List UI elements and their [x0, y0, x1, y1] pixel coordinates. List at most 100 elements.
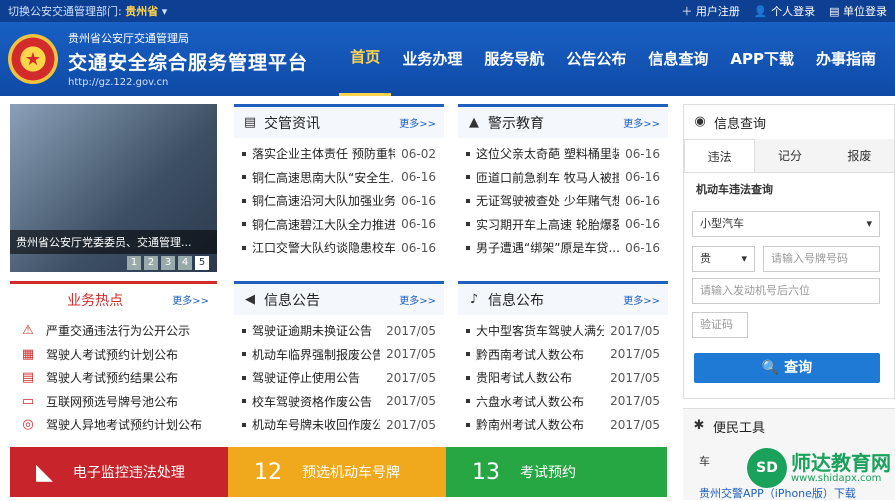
- hot-item[interactable]: ⚠严重交通违法行为公开公示: [18, 319, 209, 343]
- more-link[interactable]: 更多>>: [623, 292, 660, 307]
- more-link[interactable]: 更多>>: [172, 292, 209, 307]
- banner-violation[interactable]: ◣电子监控违法处理: [10, 447, 228, 497]
- tab-scrap[interactable]: 报废: [825, 139, 894, 172]
- plate-number-input[interactable]: 请输入号牌号码: [763, 246, 880, 272]
- item-title[interactable]: 铜仁高速沿河大队加强业务...: [252, 192, 395, 209]
- list-item[interactable]: 贵阳考试人数公布2017/05: [466, 366, 660, 390]
- item-date: 2017/05: [386, 324, 436, 338]
- calendar-13-icon: 13: [472, 460, 500, 485]
- item-title[interactable]: 驾驶证停止使用公告: [252, 369, 380, 386]
- list-item[interactable]: 驾驶证逾期未换证公告 2017/05: [242, 319, 436, 343]
- hot-item[interactable]: ▤驾驶人考试预约结果公布: [18, 366, 209, 390]
- tab-violation[interactable]: 违法: [684, 139, 755, 172]
- list-item[interactable]: 大中型客货车驾驶人满分公布 2017/05: [466, 319, 660, 343]
- item-date: 2017/05: [610, 347, 660, 361]
- item-title[interactable]: 机动车临界强制报废公告: [252, 346, 380, 363]
- bell-icon: ♪: [466, 292, 482, 308]
- list-item[interactable]: 实习期开车上高速 轮胎爆裂...06-16: [466, 213, 660, 237]
- slider-page[interactable]: 5: [195, 256, 209, 270]
- list-item[interactable]: 男子遭遇“绑架”原是车贷...06-16: [466, 236, 660, 260]
- item-title[interactable]: 贵阳考试人数公布: [476, 369, 604, 386]
- item-title[interactable]: 驾驶证逾期未换证公告: [252, 322, 380, 339]
- slider-caption[interactable]: 贵州省公安厅党委委员、交通管理...: [10, 230, 217, 254]
- list-item[interactable]: 六盘水考试人数公布2017/05: [466, 390, 660, 414]
- item-title[interactable]: 无证驾驶被查处 少年赌气想...: [476, 192, 619, 209]
- item-title[interactable]: 严重交通违法行为公开公示: [46, 322, 209, 339]
- nav-app[interactable]: APP下载: [719, 22, 805, 96]
- list-item[interactable]: 黔西南考试人数公布 2017/05: [466, 343, 660, 367]
- captcha-input[interactable]: 验证码: [692, 312, 748, 338]
- item-title[interactable]: 黔西南考试人数公布: [476, 346, 604, 363]
- item-title[interactable]: 铜仁高速思南大队“安全生...: [252, 169, 395, 186]
- hot-item[interactable]: ▭互联网预选号牌号池公布: [18, 390, 209, 414]
- item-title[interactable]: 落实企业主体责任 预防重特...: [252, 145, 395, 162]
- tab-points[interactable]: 记分: [755, 139, 824, 172]
- bullet: [242, 152, 246, 156]
- item-title[interactable]: 校车驾驶资格作废公告: [252, 393, 380, 410]
- nav-home[interactable]: 首页: [339, 22, 391, 96]
- list-item[interactable]: 无证驾驶被查处 少年赌气想...06-16: [466, 189, 660, 213]
- list-item[interactable]: 黔南州考试人数公布2017/05: [466, 413, 660, 437]
- item-title[interactable]: 机动车号牌未收回作废公告: [252, 416, 380, 433]
- item-title[interactable]: 这位父亲太奇葩 塑料桶里装...: [476, 145, 619, 162]
- query-button[interactable]: 🔍 查询: [694, 353, 880, 383]
- banner-plate[interactable]: 12预选机动车号牌: [228, 447, 446, 497]
- item-title[interactable]: 黔南州考试人数公布: [476, 416, 604, 433]
- item-title[interactable]: 男子遭遇“绑架”原是车贷...: [476, 239, 619, 256]
- item-title[interactable]: 实习期开车上高速 轮胎爆裂...: [476, 216, 619, 233]
- nav-query[interactable]: 信息查询: [637, 22, 719, 96]
- slider-page[interactable]: 1: [127, 256, 141, 270]
- item-title[interactable]: 大中型客货车驾驶人满分公布: [476, 322, 604, 339]
- slider-page[interactable]: 4: [178, 256, 192, 270]
- tool-item[interactable]: 车: [699, 453, 710, 469]
- item-title[interactable]: 江口交警大队约谈隐患校车...: [252, 239, 395, 256]
- item-title[interactable]: 铜仁高速碧江大队全力推进...: [252, 216, 395, 233]
- nav-guide[interactable]: 办事指南: [805, 22, 887, 96]
- bullet: [466, 175, 470, 179]
- more-link[interactable]: 更多>>: [623, 115, 660, 130]
- personal-login-link[interactable]: 👤 个人登录: [754, 3, 815, 19]
- register-link[interactable]: ＋ 用户注册: [681, 3, 740, 19]
- list-item[interactable]: 机动车号牌未收回作废公告2017/05: [242, 413, 436, 437]
- item-title[interactable]: 驾驶人考试预约结果公布: [46, 369, 209, 386]
- department-switch[interactable]: 切换公安交通管理部门: 贵州省 ▾: [8, 3, 167, 19]
- list-item[interactable]: 机动车临界强制报废公告2017/05: [242, 343, 436, 367]
- nav-service[interactable]: 服务导航: [473, 22, 555, 96]
- bullet: [242, 352, 246, 356]
- list-item[interactable]: 落实企业主体责任 预防重特...06-02: [242, 142, 436, 166]
- more-link[interactable]: 更多>>: [399, 115, 436, 130]
- item-date: 2017/05: [610, 324, 660, 338]
- unit-login-link[interactable]: ▤ 单位登录: [829, 3, 887, 19]
- vehicle-type-select[interactable]: 小型汽车▾: [692, 211, 880, 237]
- slider-page[interactable]: 3: [161, 256, 175, 270]
- hot-item[interactable]: ▦驾驶人考试预约计划公布: [18, 343, 209, 367]
- top-bar: 切换公安交通管理部门: 贵州省 ▾ ＋ 用户注册 👤 个人登录 ▤ 单位登录: [0, 0, 895, 22]
- bullet: [466, 152, 470, 156]
- nav-business[interactable]: 业务办理: [391, 22, 473, 96]
- item-title[interactable]: 驾驶人考试预约计划公布: [46, 346, 209, 363]
- nav-notice[interactable]: 公告公布: [555, 22, 637, 96]
- list-item[interactable]: 驾驶证停止使用公告2017/05: [242, 366, 436, 390]
- list-item[interactable]: 校车驾驶资格作废公告2017/05: [242, 390, 436, 414]
- list-item[interactable]: 铜仁高速思南大队“安全生...06-16: [242, 166, 436, 190]
- province-short-select[interactable]: 贵▾: [692, 246, 755, 272]
- engine-number-input[interactable]: 请输入发动机号后六位: [692, 278, 880, 304]
- more-link[interactable]: 更多>>: [399, 292, 436, 307]
- slider-page[interactable]: 2: [144, 256, 158, 270]
- item-title[interactable]: 六盘水考试人数公布: [476, 393, 604, 410]
- caret-down-icon: ▾: [741, 247, 747, 271]
- list-item[interactable]: 江口交警大队约谈隐患校车... 06-16: [242, 236, 436, 260]
- news-slider[interactable]: 贵州省公安厅党委委员、交通管理... 1 2 3 4 5: [10, 104, 217, 272]
- list-item[interactable]: 铜仁高速碧江大队全力推进...06-16: [242, 213, 436, 237]
- province-selector[interactable]: 贵州省: [125, 5, 158, 18]
- hot-item[interactable]: ◎驾驶人异地考试预约计划公布: [18, 413, 209, 437]
- banner-exam[interactable]: 13考试预约: [446, 447, 667, 497]
- list-item[interactable]: 铜仁高速沿河大队加强业务...06-16: [242, 189, 436, 213]
- item-title[interactable]: 驾驶人异地考试预约计划公布: [46, 416, 209, 433]
- list-item[interactable]: 这位父亲太奇葩 塑料桶里装...06-16: [466, 142, 660, 166]
- bullet: [242, 246, 246, 250]
- list-item[interactable]: 匝道口前急刹车 牧马人被撞...06-16: [466, 166, 660, 190]
- item-title[interactable]: 互联网预选号牌号池公布: [46, 393, 209, 410]
- item-title[interactable]: 匝道口前急刹车 牧马人被撞...: [476, 169, 619, 186]
- item-date: 06-16: [401, 241, 436, 255]
